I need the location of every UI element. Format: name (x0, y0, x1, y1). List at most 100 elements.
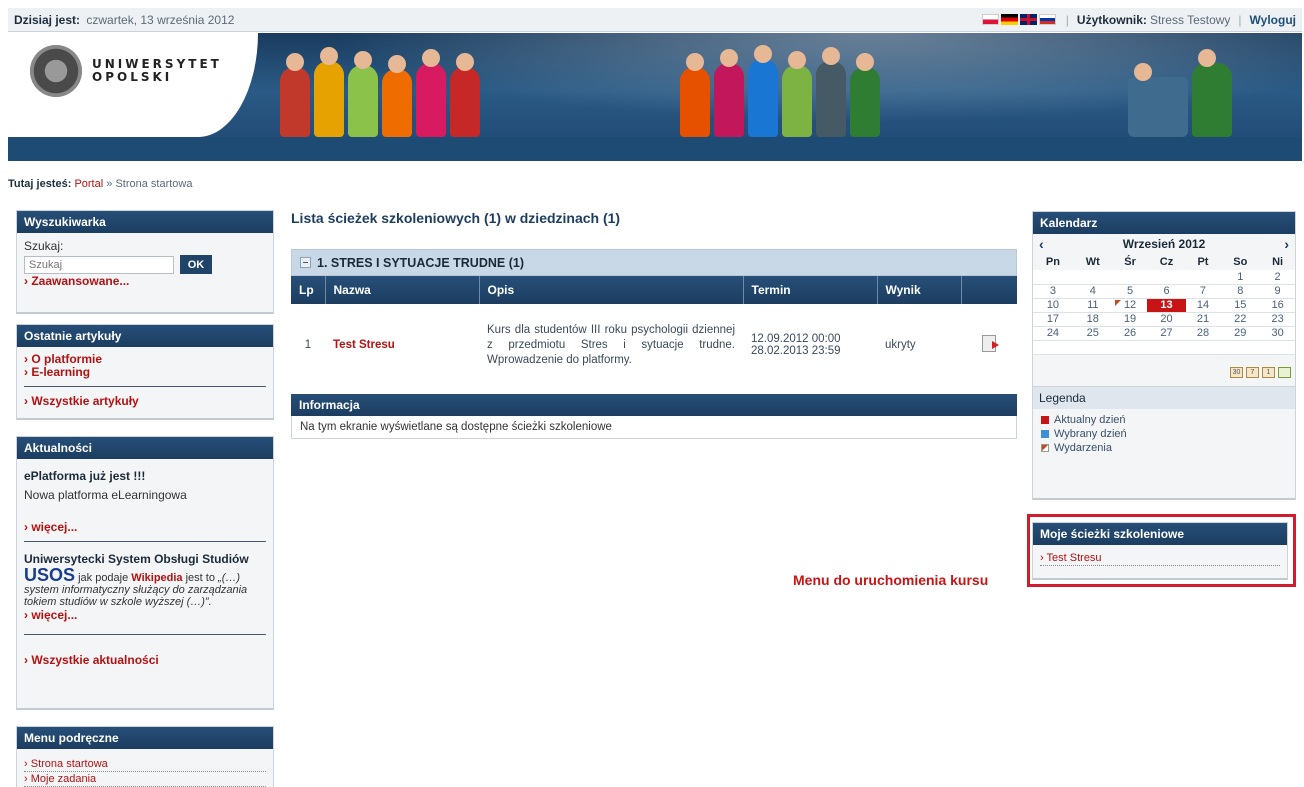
weekday: Śr (1124, 256, 1136, 268)
calendar-day[interactable]: 22 (1220, 312, 1261, 327)
search-ok-button[interactable]: OK (180, 255, 212, 274)
calendar-weekdays: Pn Wt Śr Cz Pt So Ni (1033, 254, 1295, 270)
calendar-day[interactable]: 21 (1185, 312, 1221, 327)
selected-day-swatch-icon (1041, 429, 1049, 438)
week-view-icon[interactable]: 7 (1246, 366, 1259, 378)
separator: | (1238, 12, 1242, 27)
news-more-link[interactable]: więcej... (24, 520, 266, 534)
calendar-day[interactable]: 18 (1072, 312, 1113, 327)
all-articles-link[interactable]: Wszystkie artykuły (24, 394, 266, 408)
flag-de-icon[interactable] (1000, 14, 1018, 25)
calendar-day[interactable]: 4 (1072, 284, 1113, 299)
run-course-icon[interactable] (982, 335, 999, 352)
weekday: Ni (1272, 256, 1284, 268)
calendar-day[interactable]: 1 (1220, 270, 1261, 285)
quick-menu-home-link[interactable]: Strona startowa (24, 757, 266, 772)
calendar-day[interactable]: 19 (1112, 312, 1148, 327)
calendar-day[interactable]: 20 (1147, 312, 1186, 327)
calendar-day[interactable]: 24 (1033, 326, 1073, 341)
next-month-icon[interactable]: › (1284, 236, 1289, 252)
breadcrumb-portal-link[interactable]: Portal (74, 178, 103, 190)
cell-description: Kurs dla studentów III roku psychologii … (479, 304, 743, 386)
calendar-day[interactable]: 8 (1220, 284, 1261, 299)
calendar-day[interactable]: 6 (1147, 284, 1186, 299)
calendar-day[interactable]: 2 (1260, 270, 1295, 285)
usos-logo: USOS (24, 565, 76, 585)
advanced-search-link[interactable]: Zaawansowane... (24, 274, 266, 288)
calendar-day[interactable]: 10 (1033, 298, 1073, 313)
breadcrumb-current: Strona startowa (115, 178, 193, 190)
banner-band (8, 137, 1302, 161)
term-start: 12.09.2012 00:00 (751, 333, 841, 345)
legend-item: Wybrany dzień (1033, 427, 1295, 441)
calendar-day[interactable]: 11 (1072, 298, 1113, 313)
calendar-day (1220, 340, 1261, 355)
breadcrumb-separator: » (106, 178, 113, 190)
collapse-icon[interactable] (300, 257, 311, 268)
calendar-day[interactable]: 27 (1147, 326, 1186, 341)
info-title: Informacja (291, 394, 1017, 416)
term-end: 28.02.2013 23:59 (751, 345, 841, 357)
month-view-icon[interactable]: 30 (1230, 366, 1243, 378)
calendar-day[interactable]: 17 (1033, 312, 1073, 327)
calendar-week: 17 18 19 20 21 22 23 (1033, 312, 1295, 327)
student-figure (850, 53, 880, 137)
usos-more-link[interactable]: więcej... (24, 608, 266, 622)
student-figure (416, 49, 446, 137)
calendar-day[interactable]: 28 (1185, 326, 1221, 341)
banner-students-group-1 (280, 41, 480, 137)
student-figure (714, 49, 744, 137)
info-text: Na tym ekranie wyświetlane są dostępne ś… (291, 416, 1017, 439)
prev-month-icon[interactable]: ‹ (1039, 236, 1044, 252)
calendar-week (1033, 340, 1295, 355)
course-link[interactable]: Test Stresu (333, 339, 395, 351)
day-view-icon[interactable]: 1 (1262, 366, 1275, 378)
weekday: Pn (1045, 256, 1060, 268)
calendar-day[interactable]: 29 (1220, 326, 1261, 341)
flag-pl-icon[interactable] (981, 14, 999, 25)
articles-panel-title: Ostatnie artykuły (17, 325, 273, 347)
breadcrumb: Tutaj jesteś: Portal » Strona startowa (8, 178, 192, 190)
calendar-day[interactable]: 9 (1260, 284, 1295, 299)
calendar-day[interactable]: 13 (1147, 298, 1186, 313)
calendar-day[interactable]: 15 (1220, 298, 1261, 313)
logout-link[interactable]: Wyloguj (1250, 13, 1296, 27)
university-seal-icon (30, 45, 82, 97)
articles-panel: Ostatnie artykuły O platformie E-learnin… (16, 324, 274, 420)
news-item-title: ePlatforma już jest !!! (24, 469, 146, 483)
calendar-day[interactable]: 14 (1185, 298, 1221, 313)
logo-text: UNIWERSYTET OPOLSKI (92, 58, 222, 84)
news-panel-title: Aktualności (17, 437, 273, 459)
usos-text-post: jest to (185, 572, 215, 584)
domain-header[interactable]: 1. STRES I SYTUACJE TRUDNE (1) (291, 249, 1017, 276)
search-input[interactable] (24, 255, 174, 274)
header-banner: UNIWERSYTET OPOLSKI (8, 33, 1302, 161)
legend-label: Wybrany dzień (1054, 427, 1127, 440)
quick-menu-title: Menu podręczne (17, 727, 273, 749)
university-logo[interactable]: UNIWERSYTET OPOLSKI (30, 45, 222, 97)
calendar-day[interactable]: 26 (1112, 326, 1148, 341)
calendar-nav: ‹ Wrzesień 2012 › (1033, 234, 1295, 254)
event-add-icon[interactable] (1278, 366, 1291, 378)
weekday: So (1233, 256, 1248, 268)
article-link-elearning[interactable]: E-learning (24, 366, 266, 379)
usos-description: USOS jak podaje Wikipedia jest to „(…) s… (24, 566, 266, 608)
news-item-text: Nowa platforma eLearningowa (24, 488, 187, 502)
weekday: Cz (1159, 256, 1174, 268)
calendar-day[interactable]: 25 (1072, 326, 1113, 341)
all-news-link[interactable]: Wszystkie aktualności (24, 653, 266, 667)
divider (24, 634, 266, 635)
flag-ru-icon[interactable] (1038, 14, 1056, 25)
student-figure (382, 55, 412, 137)
flag-uk-icon[interactable] (1019, 14, 1037, 25)
calendar-day[interactable]: 12 (1112, 298, 1148, 313)
calendar-day[interactable]: 16 (1260, 298, 1295, 313)
wikipedia-link[interactable]: Wikipedia (131, 572, 182, 584)
calendar-day[interactable]: 23 (1260, 312, 1295, 327)
calendar-days: 1 2 3 4 5 6 7 8 9 10 11 12 13 14 15 16 17 18 19 20 21 22 23 24 2… (1033, 270, 1295, 355)
calendar-day[interactable]: 3 (1033, 284, 1073, 299)
calendar-day[interactable]: 5 (1112, 284, 1148, 299)
quick-menu-tasks-link[interactable]: Moje zadania (24, 772, 266, 787)
calendar-day[interactable]: 7 (1185, 284, 1221, 299)
calendar-day[interactable]: 30 (1260, 326, 1295, 341)
